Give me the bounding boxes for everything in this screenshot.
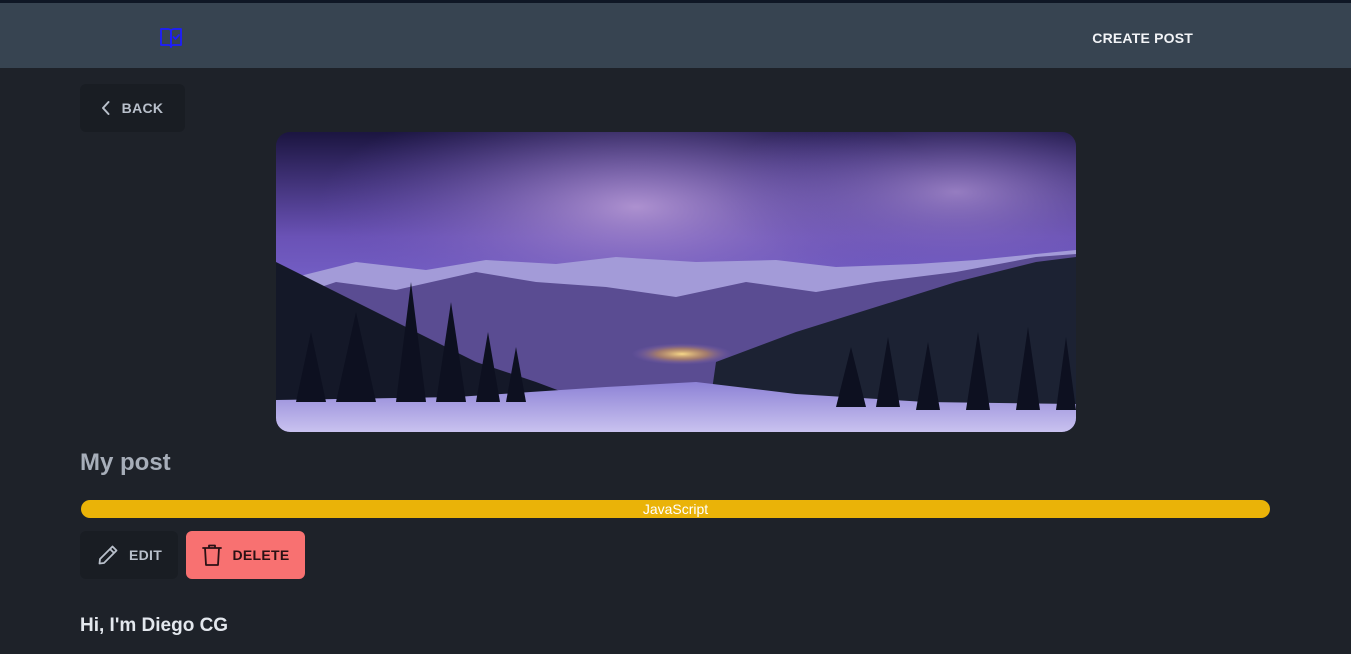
trash-icon [202, 544, 223, 566]
post-content: Hi, I'm Diego CG [80, 615, 229, 636]
navbar: CREATE POST [0, 3, 1351, 68]
post-cover-image [276, 132, 1076, 432]
delete-button[interactable]: DELETE [186, 531, 305, 579]
chevron-left-icon [101, 101, 110, 115]
book-check-icon[interactable] [159, 27, 183, 49]
delete-button-label: DELETE [232, 547, 290, 563]
create-post-link[interactable]: CREATE POST [1092, 30, 1193, 46]
mountain-night-image [276, 132, 1076, 432]
tag-badge: JavaScript [81, 500, 1270, 518]
edit-button-label: EDIT [128, 547, 163, 563]
post-title: My post [80, 449, 171, 476]
back-button[interactable]: BACK [80, 84, 185, 132]
pencil-icon [98, 545, 118, 565]
back-button-label: BACK [121, 100, 164, 116]
edit-button[interactable]: EDIT [80, 531, 178, 579]
